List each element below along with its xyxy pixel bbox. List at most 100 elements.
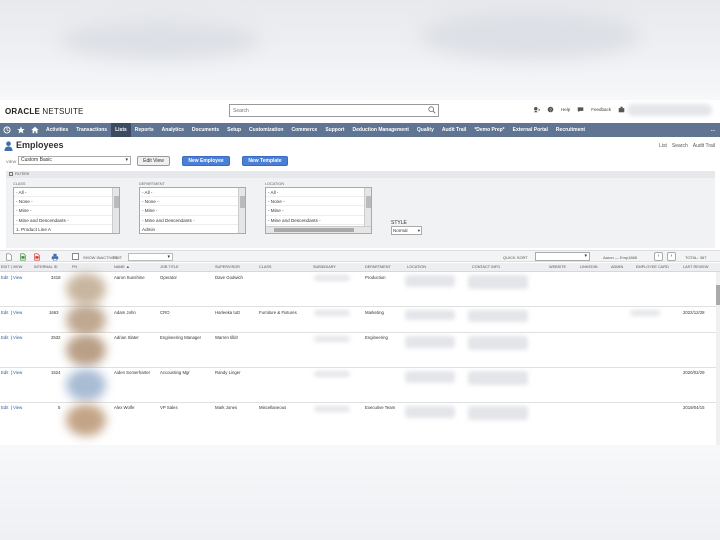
view-select[interactable]: Custom Basic ▾ <box>18 156 131 165</box>
next-page-button[interactable]: › <box>667 252 676 261</box>
edit-link[interactable]: Edit <box>1 310 8 316</box>
nav-item-reports[interactable]: Reports <box>131 123 158 137</box>
recent-records-icon[interactable] <box>533 106 540 113</box>
nav-item-audit-trail[interactable]: Audit Trail <box>438 123 470 137</box>
help-icon[interactable]: ? <box>547 106 554 113</box>
netsuite-logo[interactable]: ORACLE NETSUITE <box>5 107 84 116</box>
location-option[interactable]: - None - <box>266 197 371 207</box>
user-account-blurred[interactable] <box>627 104 712 116</box>
scrollbar-thumb[interactable] <box>114 196 119 208</box>
department-option[interactable]: - None - <box>140 197 245 207</box>
nav-favorites[interactable] <box>14 123 28 137</box>
scrollbar-thumb[interactable] <box>366 196 371 208</box>
department-listbox[interactable]: - All - - None - - Mine - - Mine and Des… <box>139 187 246 234</box>
department-option[interactable]: Admin <box>140 225 245 233</box>
new-template-button[interactable]: New Template <box>242 156 288 166</box>
view-link[interactable]: View <box>13 275 22 281</box>
col-supervisor[interactable]: SUPERVISOR <box>215 265 240 269</box>
col-name[interactable]: NAME ▲ <box>114 265 130 269</box>
search-link[interactable]: Search <box>672 143 688 149</box>
col-photo[interactable]: PH <box>72 265 77 269</box>
view-link[interactable]: View <box>13 370 22 376</box>
page-range-select[interactable]: Aaron — Emp1865 <box>603 255 637 260</box>
new-employee-button[interactable]: New Employee <box>182 156 230 166</box>
view-link[interactable]: View <box>13 310 22 316</box>
col-class[interactable]: CLASS <box>259 265 271 269</box>
style-select[interactable]: Normal ▾ <box>391 226 422 235</box>
department-option[interactable]: - Mine - <box>140 206 245 216</box>
nav-item-deduction-management[interactable]: Deduction Management <box>349 123 413 137</box>
nav-item-support[interactable]: Support <box>321 123 348 137</box>
nav-item-demo-prep[interactable]: *Demo Prep* <box>470 123 508 137</box>
nav-item-quality[interactable]: Quality <box>413 123 438 137</box>
feedback-icon[interactable] <box>577 106 584 113</box>
table-scrollbar[interactable] <box>716 272 720 445</box>
nav-item-setup[interactable]: Setup <box>223 123 245 137</box>
col-internal-id[interactable]: INTERNAL ID <box>34 265 58 269</box>
prev-page-button[interactable]: ‹ <box>654 252 663 261</box>
class-option[interactable]: - Mine and Descendants - <box>14 216 119 225</box>
location-option[interactable]: - All - <box>266 188 371 198</box>
new-document-icon[interactable] <box>5 253 13 261</box>
scrollbar-thumb[interactable] <box>274 228 354 232</box>
role-menu-icon[interactable] <box>618 106 625 113</box>
edit-column-select[interactable]: ▾ <box>128 253 173 261</box>
edit-link[interactable]: Edit <box>1 275 8 281</box>
col-location[interactable]: LOCATION <box>407 265 426 269</box>
col-department[interactable]: DEPARTMENT <box>365 265 391 269</box>
edit-view-button[interactable]: Edit View <box>137 156 170 166</box>
class-option[interactable]: - None - <box>14 197 119 207</box>
class-scrollbar[interactable] <box>112 188 119 233</box>
col-employee-card[interactable]: EMPLOYEE CARD <box>636 265 669 269</box>
location-option[interactable]: - Mine and Descendants - <box>266 216 371 225</box>
export-excel-icon[interactable] <box>19 253 27 261</box>
class-option[interactable]: - Mine - <box>14 206 119 216</box>
nav-item-activities[interactable]: Activities <box>42 123 72 137</box>
class-listbox[interactable]: - All - - None - - Mine - - Mine and Des… <box>13 187 120 234</box>
search-icon[interactable] <box>428 106 436 114</box>
col-website[interactable]: WEBSITE <box>549 265 566 269</box>
view-link[interactable]: View <box>13 405 22 411</box>
location-option[interactable]: - Mine - <box>266 206 371 216</box>
help-link[interactable]: Help <box>561 107 570 112</box>
nav-item-analytics[interactable]: Analytics <box>158 123 188 137</box>
nav-item-customization[interactable]: Customization <box>245 123 287 137</box>
department-option[interactable]: - All - <box>140 188 245 198</box>
list-link[interactable]: List <box>659 143 667 149</box>
edit-link[interactable]: Edit <box>1 335 8 341</box>
department-option[interactable]: - Mine and Descendants - <box>140 216 245 225</box>
class-option[interactable]: 1. Product Line A <box>14 225 119 233</box>
nav-item-lists[interactable]: Lists <box>111 123 131 137</box>
nav-item-documents[interactable]: Documents <box>188 123 223 137</box>
feedback-link[interactable]: Feedback <box>591 107 611 112</box>
show-inactives-checkbox[interactable] <box>72 253 79 260</box>
col-contact-info[interactable]: CONTACT INFO <box>472 265 500 269</box>
edit-link[interactable]: Edit <box>1 370 8 376</box>
search-input[interactable] <box>230 105 420 116</box>
nav-item-commerce[interactable]: Commerce <box>287 123 321 137</box>
scrollbar-thumb[interactable] <box>716 285 720 305</box>
nav-home[interactable] <box>28 123 42 137</box>
class-option[interactable]: - All - <box>14 188 119 198</box>
nav-item-recruitment[interactable]: Recruitment <box>552 123 589 137</box>
print-icon[interactable] <box>51 253 59 261</box>
col-last-review[interactable]: LAST REVIEW <box>683 265 708 269</box>
filters-header[interactable]: FILTERS <box>6 171 715 178</box>
nav-recent[interactable] <box>0 123 14 137</box>
col-linkedin[interactable]: LINKEDIN <box>580 265 598 269</box>
audit-trail-link[interactable]: Audit Trail <box>693 143 715 149</box>
edit-link[interactable]: Edit <box>1 405 8 411</box>
quick-sort-select[interactable]: ▾ <box>535 252 590 261</box>
col-subsidiary[interactable]: SUBSIDIARY <box>313 265 336 269</box>
nav-item-external-portal[interactable]: External Portal <box>509 123 552 137</box>
location-hscrollbar[interactable] <box>266 226 371 233</box>
nav-item-transactions[interactable]: Transactions <box>72 123 111 137</box>
col-admin[interactable]: ADMIN <box>611 265 623 269</box>
col-job-title[interactable]: JOB TITLE <box>160 265 179 269</box>
location-listbox[interactable]: - All - - None - - Mine - - Mine and Des… <box>265 187 372 234</box>
view-link[interactable]: View <box>13 335 22 341</box>
department-scrollbar[interactable] <box>238 188 245 233</box>
scrollbar-thumb[interactable] <box>240 196 245 208</box>
export-pdf-icon[interactable] <box>33 253 41 261</box>
nav-more[interactable]: ... <box>711 127 720 133</box>
